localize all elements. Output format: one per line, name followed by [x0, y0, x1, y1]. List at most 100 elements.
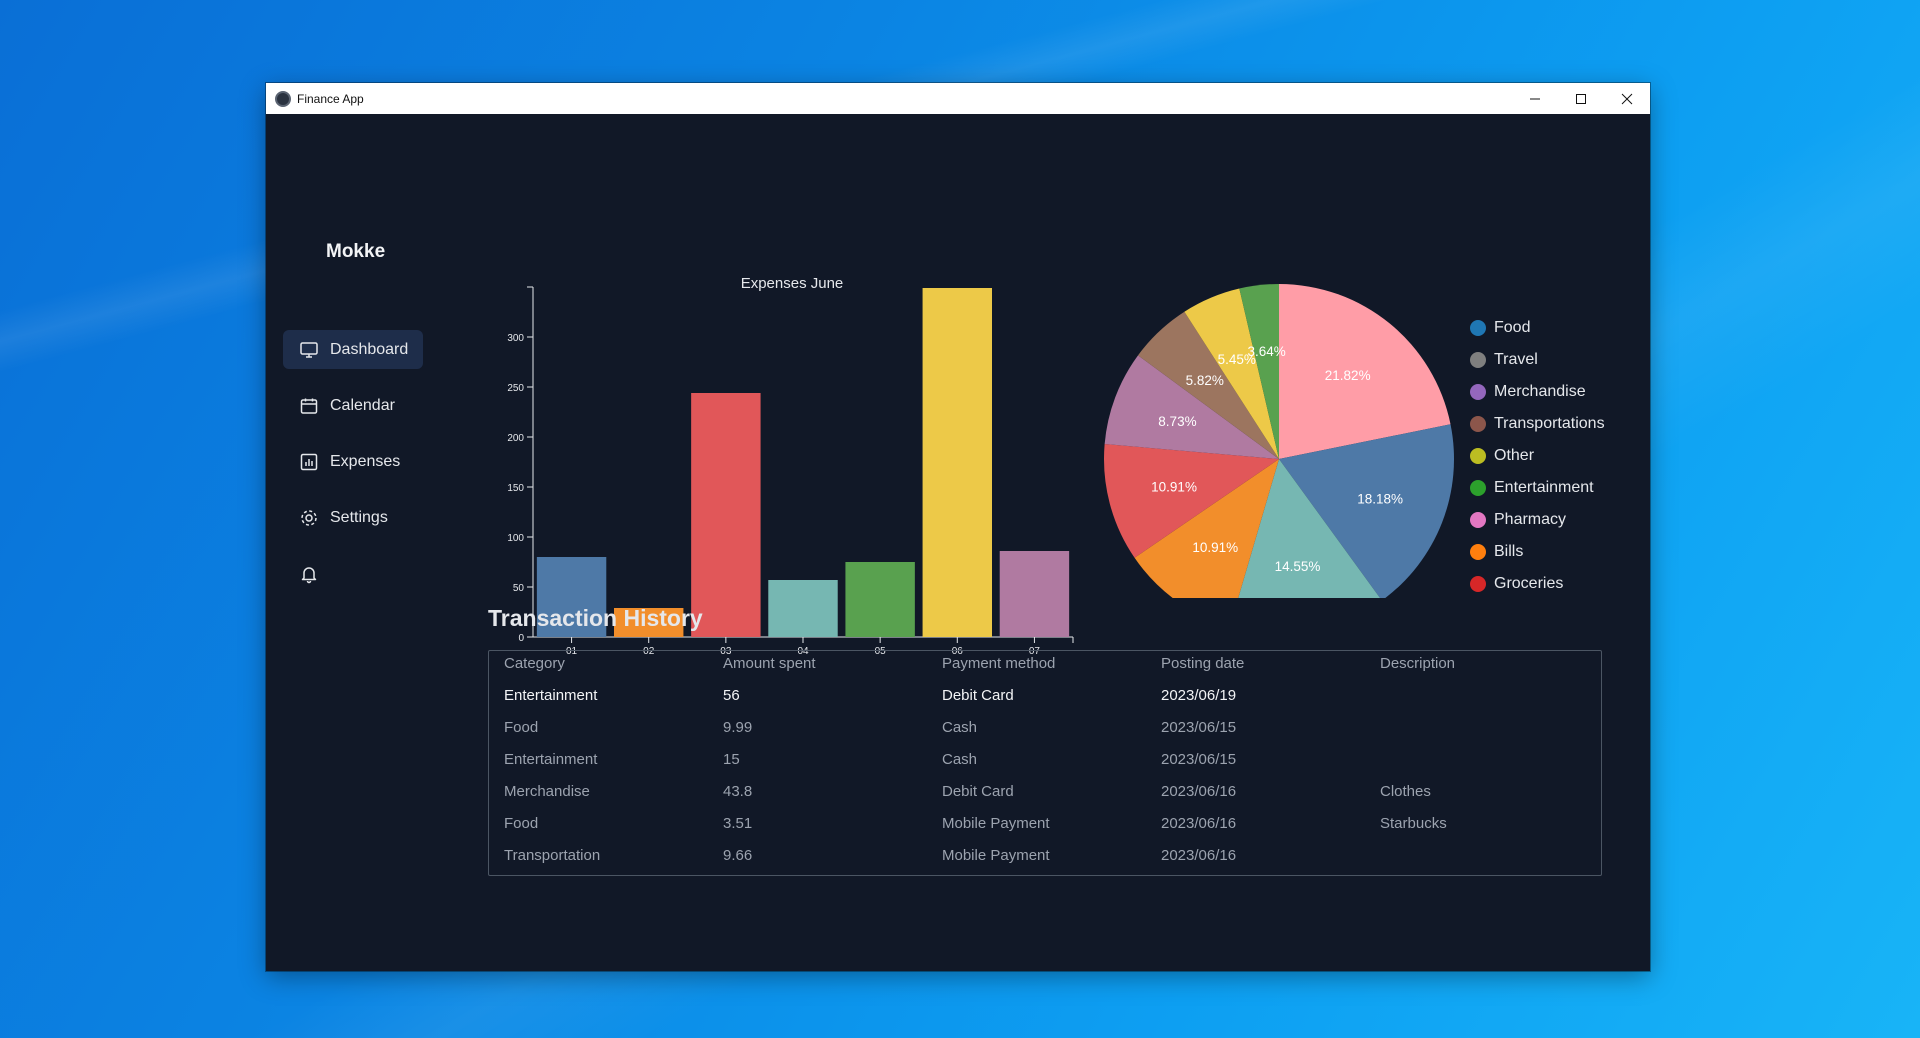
- table-cell: Food: [504, 719, 539, 736]
- gear-icon: [301, 509, 317, 526]
- table-row[interactable]: Entertainment 15 Cash 2023/06/15: [489, 747, 1601, 779]
- pie-slice-label: 8.73%: [1158, 414, 1196, 429]
- legend-label: Travel: [1494, 351, 1538, 368]
- column-header: Payment method: [942, 655, 1056, 672]
- transaction-history-title: Transaction History: [488, 605, 703, 631]
- y-tick-label: 150: [507, 483, 524, 494]
- calendar-icon: [300, 398, 318, 414]
- legend-label: Bills: [1494, 543, 1524, 560]
- window-title: Finance App: [297, 91, 364, 106]
- legend-item[interactable]: Bills: [1470, 543, 1523, 561]
- sidebar-item-expenses[interactable]: Expenses: [283, 442, 423, 481]
- legend-item[interactable]: Food: [1470, 319, 1530, 337]
- legend-item[interactable]: Entertainment: [1470, 479, 1594, 497]
- table-row[interactable]: Transportation 9.66 Mobile Payment 2023/06/…: [489, 843, 1601, 875]
- legend-label: Merchandise: [1494, 383, 1586, 400]
- pie-slice-label: 21.82%: [1325, 368, 1371, 383]
- table-row[interactable]: Entertainment 56 Debit Card 2023/06/19: [489, 683, 1601, 715]
- legend-swatch: [1470, 512, 1486, 528]
- legend-swatch: [1470, 448, 1486, 464]
- table-cell: Mobile Payment: [942, 815, 1050, 832]
- legend-item[interactable]: Groceries: [1470, 575, 1563, 593]
- bar-chart-icon: [300, 453, 318, 470]
- bar[interactable]: [845, 562, 915, 637]
- transaction-table: Category Amount spent Payment method Postin…: [488, 650, 1602, 876]
- legend-swatch: [1470, 320, 1486, 336]
- table-cell: 2023/06/15: [1161, 719, 1237, 736]
- bar[interactable]: [999, 551, 1070, 637]
- close-icon: [1621, 93, 1633, 104]
- y-tick-label: 250: [507, 383, 524, 394]
- legend-swatch: [1470, 480, 1486, 496]
- table-cell: 56: [723, 687, 740, 704]
- title-bar[interactable]: Finance App: [266, 83, 1650, 114]
- y-tick-label: 50: [513, 583, 525, 594]
- table-row[interactable]: Merchandise 43.8 Debit Card 2023/06/16 Cloth…: [489, 779, 1601, 811]
- window-controls: [1512, 83, 1650, 114]
- app-icon: [275, 90, 291, 107]
- legend-item[interactable]: Other: [1470, 447, 1534, 465]
- legend-item[interactable]: Merchandise: [1470, 383, 1586, 401]
- table-cell: 2023/06/19: [1161, 687, 1237, 704]
- pie-slice-label: 10.91%: [1151, 480, 1197, 495]
- pie-slice-label: 10.91%: [1192, 540, 1238, 555]
- close-button[interactable]: [1604, 83, 1650, 114]
- legend-item[interactable]: Pharmacy: [1470, 511, 1566, 529]
- pie-slice-label: 3.64%: [1247, 344, 1285, 359]
- table-cell: 2023/06/16: [1161, 783, 1237, 800]
- legend-item[interactable]: Travel: [1470, 351, 1538, 369]
- y-tick-label: 300: [507, 333, 524, 344]
- legend-swatch: [1470, 384, 1486, 400]
- legend-label: Food: [1494, 319, 1531, 336]
- monitor-icon: [300, 341, 318, 358]
- bar[interactable]: [922, 288, 992, 637]
- legend-swatch: [1470, 352, 1486, 368]
- table-cell: Entertainment: [504, 751, 598, 768]
- bar[interactable]: [691, 393, 761, 637]
- sidebar-item-dashboard[interactable]: Dashboard: [283, 330, 423, 369]
- table-row[interactable]: Food 9.99 Cash 2023/06/15: [489, 715, 1601, 747]
- table-cell: 3.51: [723, 815, 753, 832]
- sidebar-item-label: Calendar: [330, 396, 395, 414]
- table-cell: Cash: [942, 751, 978, 768]
- bell-icon: [301, 566, 317, 583]
- table-cell: 15: [723, 751, 740, 768]
- table-cell: Food: [504, 815, 539, 832]
- category-pie-chart: 21.82% 18.18% 14.55% 10.91% 10.91% 8.73% 5.82%…: [1104, 284, 1454, 598]
- table-cell: 2023/06/15: [1161, 751, 1237, 768]
- pie-slice-label: 18.18%: [1357, 491, 1403, 506]
- bar[interactable]: [768, 580, 838, 637]
- sidebar-item-label: Expenses: [330, 452, 401, 470]
- pie-slice-label: 5.82%: [1186, 373, 1224, 388]
- table-cell: 9.99: [723, 719, 753, 736]
- table-header: Category Amount spent Payment method Postin…: [489, 651, 1601, 683]
- legend-label: Groceries: [1494, 575, 1564, 592]
- table-cell: Starbucks: [1380, 815, 1447, 832]
- table-cell: 9.66: [723, 847, 753, 864]
- table-cell: 2023/06/16: [1161, 815, 1237, 832]
- column-header: Description: [1380, 655, 1456, 672]
- legend-label: Entertainment: [1494, 479, 1594, 496]
- legend-label: Transportations: [1494, 415, 1605, 432]
- table-cell: Debit Card: [942, 687, 1014, 704]
- sidebar-item-settings[interactable]: Settings: [283, 498, 423, 537]
- table-cell: Cash: [942, 719, 978, 736]
- table-cell: Entertainment: [504, 687, 598, 704]
- maximize-button[interactable]: [1558, 83, 1604, 114]
- table-cell: 43.8: [723, 783, 753, 800]
- sidebar-item-notifications[interactable]: [283, 554, 423, 593]
- pie-slice-label: 14.55%: [1275, 559, 1321, 574]
- table-cell: Clothes: [1380, 783, 1431, 800]
- column-header: Amount spent: [723, 655, 816, 672]
- legend-item[interactable]: Transportations: [1470, 415, 1605, 433]
- table-cell: Debit Card: [942, 783, 1014, 800]
- legend-swatch: [1470, 416, 1486, 432]
- legend-swatch: [1470, 544, 1486, 560]
- minimize-button[interactable]: [1512, 83, 1558, 114]
- sidebar-item-label: Dashboard: [330, 340, 409, 358]
- table-cell: Merchandise: [504, 783, 590, 800]
- table-row[interactable]: Food 3.51 Mobile Payment 2023/06/16 Starbuck…: [489, 811, 1601, 843]
- sidebar-item-calendar[interactable]: Calendar: [283, 386, 423, 425]
- sidebar-item-label: Settings: [330, 508, 388, 526]
- legend-label: Pharmacy: [1494, 511, 1567, 528]
